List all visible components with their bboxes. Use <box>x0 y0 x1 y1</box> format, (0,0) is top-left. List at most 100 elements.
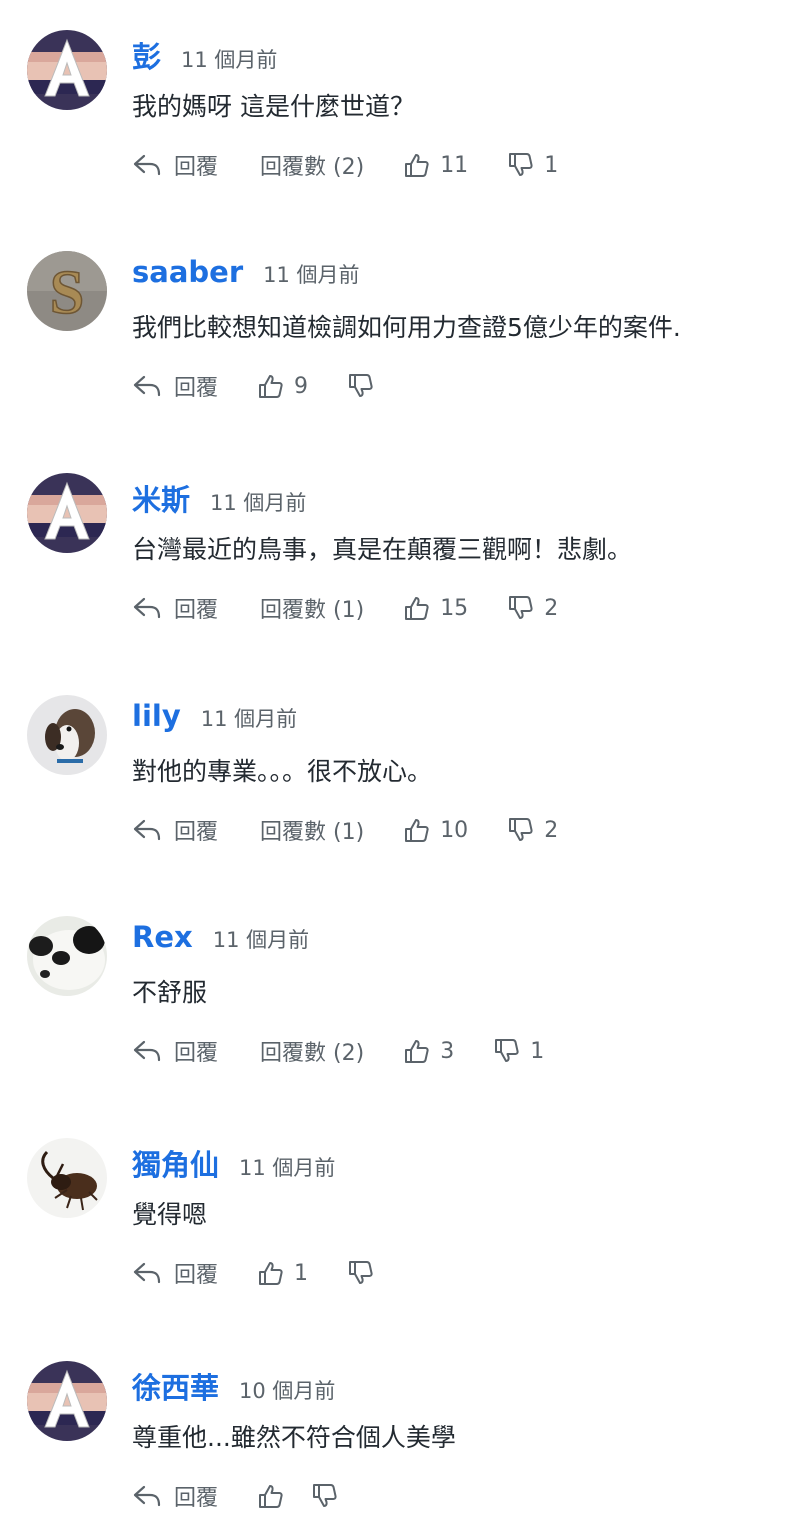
thumbs-up-icon <box>258 1483 284 1509</box>
dislike-button[interactable] <box>348 1260 374 1286</box>
beetle-avatar-icon[interactable] <box>27 1138 107 1218</box>
comment-actions: 回覆 回覆數 (1) 10 2 <box>132 813 558 847</box>
reply-button[interactable]: 回覆 <box>132 1480 218 1512</box>
comment-item: 米斯 11 個月前 台灣最近的鳥事，真是在顛覆三觀啊！悲劇。 回覆 回覆數 (1… <box>0 443 809 643</box>
comment-item: 彭 11 個月前 我的媽呀 這是什麼世道？ 回覆 回覆數 (2) 11 1 <box>0 0 809 200</box>
dislike-button[interactable]: 2 <box>508 595 558 621</box>
dislike-button[interactable]: 2 <box>508 817 558 843</box>
reply-button[interactable]: 回覆 <box>132 1035 218 1067</box>
comment-actions: 回覆 1 <box>132 1256 374 1290</box>
dislike-button[interactable]: 1 <box>508 152 558 178</box>
author-name[interactable]: saaber <box>132 255 243 289</box>
author-name[interactable]: Rex <box>132 920 193 954</box>
dislike-button[interactable] <box>312 1483 338 1509</box>
comment-meta: saaber 11 個月前 <box>132 255 360 295</box>
comment-actions: 回覆 回覆數 (2) 11 1 <box>132 148 558 182</box>
panda-avatar-icon[interactable] <box>27 916 107 996</box>
thumbs-down-icon <box>348 373 374 399</box>
reply-label: 回覆 <box>174 1486 219 1511</box>
author-name[interactable]: 米斯 <box>132 477 190 519</box>
comment-text: 不舒服 <box>132 978 208 1007</box>
like-button[interactable]: 9 <box>258 373 308 399</box>
reply-icon <box>132 1039 162 1063</box>
reply-icon <box>132 818 162 842</box>
comment-actions: 回覆 9 <box>132 369 374 403</box>
dislike-count: 1 <box>544 152 559 178</box>
like-button[interactable]: 10 <box>404 817 468 843</box>
thumbs-down-icon <box>348 1260 374 1286</box>
thumbs-down-icon <box>312 1483 338 1509</box>
thumbs-up-icon <box>404 817 430 843</box>
like-count: 1 <box>294 1260 309 1286</box>
author-name[interactable]: 獨角仙 <box>132 1142 219 1184</box>
comment-item: 獨角仙 11 個月前 覺得嗯 回覆 1 <box>0 1108 809 1308</box>
author-name[interactable]: 彭 <box>132 34 161 76</box>
like-button[interactable] <box>258 1483 284 1509</box>
like-button[interactable]: 1 <box>258 1260 308 1286</box>
reply-icon <box>132 374 162 398</box>
comment-time: 11 個月前 <box>210 491 307 515</box>
reply-button[interactable]: 回覆 <box>132 592 218 624</box>
reply-icon <box>132 153 162 177</box>
comment-time: 10 個月前 <box>239 1379 336 1403</box>
like-count: 9 <box>294 373 309 399</box>
like-button[interactable]: 15 <box>404 595 468 621</box>
like-button[interactable]: 11 <box>404 152 468 178</box>
comment-actions: 回覆 回覆數 (1) 15 2 <box>132 591 558 625</box>
thumbs-down-icon <box>508 595 534 621</box>
svg-text:S: S <box>50 259 84 327</box>
letter-s-avatar-icon[interactable]: S <box>27 251 107 331</box>
replies-count-button[interactable]: 回覆數 (1) <box>260 592 364 624</box>
reply-label: 回覆 <box>174 155 219 180</box>
comment-text: 我們比較想知道檢調如何用力查證5億少年的案件. <box>132 313 681 342</box>
letter-a-avatar-icon[interactable] <box>27 30 107 110</box>
reply-label: 回覆 <box>174 598 219 623</box>
reply-label: 回覆 <box>174 1041 219 1066</box>
dog-avatar-icon[interactable] <box>27 695 107 775</box>
author-name[interactable]: lily <box>132 699 181 733</box>
reply-button[interactable]: 回覆 <box>132 149 218 181</box>
dislike-count: 2 <box>544 595 559 621</box>
replies-count-button[interactable]: 回覆數 (2) <box>260 149 364 181</box>
comment-item: Rex 11 個月前 不舒服 回覆 回覆數 (2) 3 1 <box>0 886 809 1086</box>
like-count: 10 <box>440 817 469 843</box>
comment-time: 11 個月前 <box>200 707 298 731</box>
comment-actions: 回覆 <box>132 1479 338 1513</box>
thumbs-down-icon <box>494 1038 520 1064</box>
comment-meta: lily 11 個月前 <box>132 699 297 739</box>
letter-a-avatar-icon[interactable] <box>27 1361 107 1441</box>
reply-button[interactable]: 回覆 <box>132 370 218 402</box>
dislike-button[interactable]: 1 <box>494 1038 544 1064</box>
thumbs-up-icon <box>404 595 430 621</box>
reply-icon <box>132 596 162 620</box>
reply-button[interactable]: 回覆 <box>132 1257 218 1289</box>
letter-a-avatar-icon[interactable] <box>27 473 107 553</box>
comment-meta: 獨角仙 11 個月前 <box>132 1142 335 1182</box>
comment-meta: Rex 11 個月前 <box>132 920 309 960</box>
comment-item: 徐西華 10 個月前 尊重他...雖然不符合個人美學 回覆 <box>0 1331 809 1531</box>
comment-time: 11 個月前 <box>181 48 278 72</box>
thumbs-up-icon <box>258 1260 284 1286</box>
comment-meta: 徐西華 10 個月前 <box>132 1365 335 1405</box>
comment-text: 尊重他...雖然不符合個人美學 <box>132 1423 456 1452</box>
comment-text: 我的媽呀 這是什麼世道？ <box>132 92 415 121</box>
author-name[interactable]: 徐西華 <box>132 1365 219 1407</box>
thumbs-up-icon <box>404 1038 430 1064</box>
like-count: 3 <box>440 1038 455 1064</box>
reply-label: 回覆 <box>174 820 219 845</box>
replies-count-button[interactable]: 回覆數 (2) <box>260 1035 364 1067</box>
reply-label: 回覆 <box>174 376 219 401</box>
comment-time: 11 個月前 <box>212 928 310 952</box>
comment-meta: 米斯 11 個月前 <box>132 477 306 517</box>
dislike-count: 1 <box>530 1038 545 1064</box>
replies-count-button[interactable]: 回覆數 (1) <box>260 814 364 846</box>
comment-text: 覺得嗯 <box>132 1200 208 1229</box>
comment-meta: 彭 11 個月前 <box>132 34 277 74</box>
dislike-button[interactable] <box>348 373 374 399</box>
like-button[interactable]: 3 <box>404 1038 454 1064</box>
comment-time: 11 個月前 <box>263 263 360 287</box>
reply-label: 回覆 <box>174 1263 219 1288</box>
dislike-count: 2 <box>544 817 559 843</box>
like-count: 11 <box>440 152 469 178</box>
reply-button[interactable]: 回覆 <box>132 814 218 846</box>
